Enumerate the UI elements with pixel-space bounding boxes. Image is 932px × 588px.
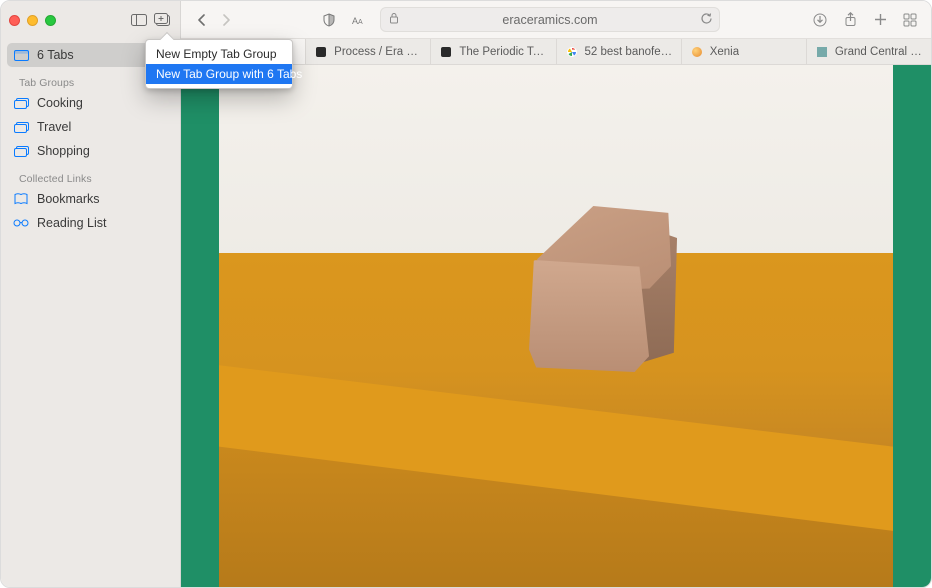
safari-window: 6 Tabs Tab Groups Cooking Travel Shoppi <box>0 0 932 588</box>
menu-item-new-empty-tab-group[interactable]: New Empty Tab Group <box>146 44 292 64</box>
menu-item-new-tab-group-with-tabs[interactable]: New Tab Group with 6 Tabs <box>146 64 292 84</box>
menu-item-label: New Tab Group with 6 Tabs <box>156 67 302 81</box>
page-right-band <box>893 65 931 587</box>
nav-arrows <box>191 9 237 31</box>
tab-overview-button[interactable] <box>899 9 921 31</box>
main-area: AA eraceramics.com <box>181 1 931 587</box>
new-tab-group-menu: New Empty Tab Group New Tab Group with 6… <box>145 39 293 89</box>
tab-label: Grand Central Ma… <box>835 46 923 58</box>
tab-5[interactable]: Grand Central Ma… <box>807 39 931 64</box>
sidebar-toggle-icon[interactable] <box>130 13 148 27</box>
sidebar-item-label: Travel <box>37 120 71 134</box>
hero-image <box>219 65 893 587</box>
forward-button[interactable] <box>215 9 237 31</box>
sidebar-item-label: Cooking <box>37 96 83 110</box>
address-bar[interactable]: eraceramics.com <box>380 7 720 32</box>
address-text: eraceramics.com <box>502 13 597 27</box>
downloads-button[interactable] <box>809 9 831 31</box>
menu-item-label: New Empty Tab Group <box>156 47 277 61</box>
toolbar-right <box>809 9 921 31</box>
tab-group-icon <box>13 146 29 157</box>
tab-group-icon <box>13 98 29 109</box>
favicon <box>314 45 328 59</box>
new-tab-button[interactable] <box>869 9 891 31</box>
minimize-window-button[interactable] <box>27 15 38 26</box>
tab-label: The Periodic Tabl… <box>459 46 547 58</box>
tab-group-icon <box>13 122 29 133</box>
favicon <box>439 45 453 59</box>
favicon-google <box>565 45 579 59</box>
sidebar-item-group-travel[interactable]: Travel <box>7 115 174 139</box>
favicon <box>815 45 829 59</box>
tab-label: Xenia <box>710 46 739 58</box>
book-icon <box>13 193 29 205</box>
sidebar-item-group-shopping[interactable]: Shopping <box>7 139 174 163</box>
zoom-window-button[interactable] <box>45 15 56 26</box>
reload-icon[interactable] <box>700 12 713 28</box>
sidebar-item-label: 6 Tabs <box>37 48 74 62</box>
sidebar-item-group-cooking[interactable]: Cooking <box>7 91 174 115</box>
close-window-button[interactable] <box>9 15 20 26</box>
tab-4[interactable]: Xenia <box>682 39 807 64</box>
new-tab-group-button[interactable] <box>154 13 172 27</box>
sidebar-item-label: Bookmarks <box>37 192 100 206</box>
lock-icon <box>389 12 399 27</box>
glasses-icon <box>13 219 29 227</box>
tabs-icon <box>13 50 29 61</box>
tab-label: 52 best banofee r… <box>585 46 673 58</box>
sidebar-top <box>1 1 180 39</box>
share-button[interactable] <box>839 9 861 31</box>
favicon <box>690 45 704 59</box>
svg-text:A: A <box>358 19 363 25</box>
tab-2[interactable]: The Periodic Tabl… <box>431 39 556 64</box>
tab-3[interactable]: 52 best banofee r… <box>557 39 682 64</box>
sidebar-item-reading-list[interactable]: Reading List <box>7 211 174 235</box>
tab-label: Process / Era Cer… <box>334 46 422 58</box>
window-controls <box>9 15 56 26</box>
tab-strip: Process / Era Cer… The Periodic Tabl… 52… <box>181 39 931 65</box>
clay-block-illustration <box>529 206 679 376</box>
sidebar-item-label: Shopping <box>37 144 90 158</box>
toolbar: AA eraceramics.com <box>181 1 931 39</box>
page-left-band <box>181 65 219 587</box>
sidebar-item-bookmarks[interactable]: Bookmarks <box>7 187 174 211</box>
section-label-collected: Collected Links <box>7 163 174 187</box>
web-content <box>181 65 931 587</box>
privacy-report-button[interactable] <box>318 9 340 31</box>
reader-format-button[interactable]: AA <box>348 9 370 31</box>
sidebar-item-label: Reading List <box>37 216 107 230</box>
tab-1[interactable]: Process / Era Cer… <box>306 39 431 64</box>
back-button[interactable] <box>191 9 213 31</box>
